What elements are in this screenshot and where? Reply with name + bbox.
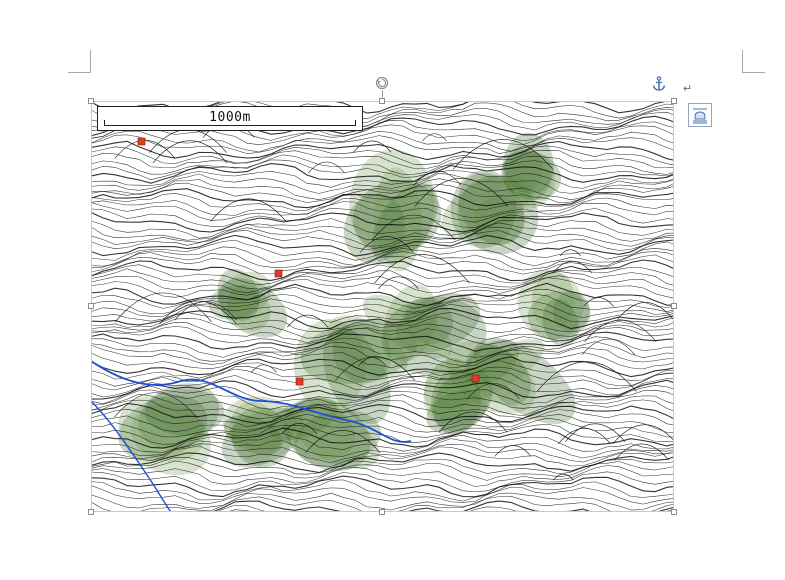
resize-handle-top[interactable]: [379, 98, 385, 104]
scale-bar-label: 1000m: [209, 110, 251, 125]
paragraph-mark: ↵: [683, 83, 693, 95]
scale-bar-tick-end: [355, 120, 356, 126]
anchor-icon[interactable]: [652, 76, 666, 92]
map-marker: [137, 137, 146, 146]
contour-arc: [115, 292, 212, 322]
resize-handle-bottom-left[interactable]: [88, 509, 94, 515]
contour-arc: [559, 249, 581, 257]
document-page: ↵ 1000m: [0, 0, 785, 580]
contour-arc: [422, 133, 447, 141]
page-margin-corner-top-left: [68, 50, 91, 73]
contour-line: [91, 268, 674, 290]
topographic-map-image[interactable]: [91, 101, 674, 512]
contour-arc: [617, 302, 674, 320]
map-marker: [274, 269, 283, 278]
resize-handle-bottom-right[interactable]: [671, 509, 677, 515]
resize-handle-top-left[interactable]: [88, 98, 94, 104]
resize-handle-right[interactable]: [671, 303, 677, 309]
layout-options-icon: [693, 108, 707, 124]
map-marker: [471, 374, 480, 383]
resize-handle-bottom[interactable]: [379, 509, 385, 515]
contour-line: [91, 485, 674, 505]
map-marker: [295, 377, 304, 386]
contour-arc: [584, 319, 657, 342]
layout-options-button[interactable]: [688, 103, 712, 127]
contour-arc: [152, 140, 228, 164]
scale-bar: 1000m: [97, 106, 363, 131]
rotate-handle-icon[interactable]: [375, 76, 389, 90]
resize-handle-left[interactable]: [88, 303, 94, 309]
topographic-map-graphic: [91, 101, 674, 512]
contour-arc: [251, 364, 277, 373]
scale-bar-line: [104, 125, 356, 126]
contour-arc: [565, 423, 626, 442]
forest-patch: [145, 388, 225, 436]
resize-handle-top-right[interactable]: [671, 98, 677, 104]
scale-bar-tick-start: [104, 120, 105, 126]
page-margin-corner-top-right: [742, 50, 765, 73]
contour-arc: [308, 161, 345, 173]
contour-arc: [581, 338, 636, 356]
